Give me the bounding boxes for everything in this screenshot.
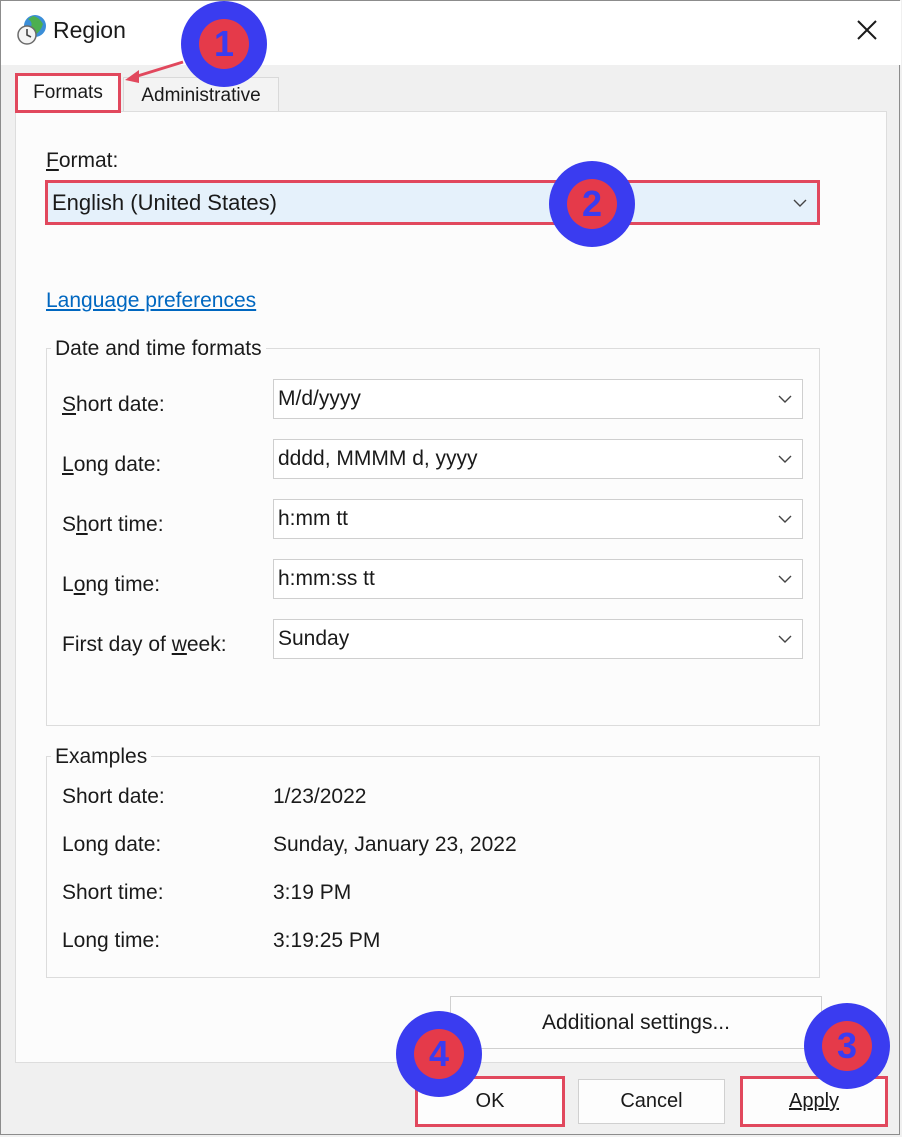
region-dialog: Region Formats Administrative Format: En… xyxy=(0,0,901,1135)
badge-number: 3 xyxy=(836,1025,858,1066)
close-icon xyxy=(857,20,877,40)
short-date-value: M/d/yyyy xyxy=(278,387,361,410)
date-time-formats-title: Date and time formats xyxy=(51,337,266,361)
annotation-badge-1: 1 xyxy=(181,1,267,87)
example-long-time-label: Long time: xyxy=(62,929,161,952)
examples-title: Examples xyxy=(51,745,152,769)
short-time-dropdown[interactable]: h:mm tt xyxy=(273,499,803,539)
example-short-date-value: 1/23/2022 xyxy=(273,785,367,808)
annotation-badge-3: 3 xyxy=(804,1003,890,1089)
badge-number: 4 xyxy=(428,1033,450,1074)
example-long-date-value: Sunday, January 23, 2022 xyxy=(273,833,517,856)
chevron-down-icon xyxy=(778,515,792,523)
long-time-value: h:mm:ss tt xyxy=(278,567,375,590)
example-long-date-label: Long date: xyxy=(62,833,162,856)
additional-settings-label: Additional settings... xyxy=(542,1010,730,1034)
short-time-value: h:mm tt xyxy=(278,507,349,530)
long-date-dropdown[interactable]: dddd, MMMM d, yyyy xyxy=(273,439,803,479)
badge-ring: 1 xyxy=(199,19,249,69)
first-day-label: First day of week: xyxy=(62,633,227,656)
badge-number: 1 xyxy=(213,23,235,64)
annotation-badge-2: 2 xyxy=(549,161,635,247)
badge-ring: 3 xyxy=(822,1021,872,1071)
chevron-down-icon xyxy=(778,455,792,463)
annotation-badge-4: 4 xyxy=(396,1011,482,1097)
chevron-down-icon xyxy=(778,575,792,583)
cancel-button[interactable]: Cancel xyxy=(578,1079,725,1124)
short-time-label: Short time: xyxy=(62,513,164,536)
chevron-down-icon xyxy=(793,199,807,207)
badge-ring: 4 xyxy=(414,1029,464,1079)
short-date-dropdown[interactable]: M/d/yyyy xyxy=(273,379,803,419)
short-date-label: Short date: xyxy=(62,393,165,416)
first-day-value: Sunday xyxy=(278,627,350,650)
chevron-down-icon xyxy=(778,395,792,403)
badge-number: 2 xyxy=(581,183,603,224)
apply-label: Apply xyxy=(788,1090,840,1112)
long-time-dropdown[interactable]: h:mm:ss tt xyxy=(273,559,803,599)
format-label-text: ormat: xyxy=(58,149,119,172)
long-date-label: Long date: xyxy=(62,453,162,476)
window-title: Region xyxy=(53,17,126,43)
first-day-dropdown[interactable]: Sunday xyxy=(273,619,803,659)
example-long-time-value: 3:19:25 PM xyxy=(273,929,381,952)
cancel-label: Cancel xyxy=(620,1090,683,1112)
example-short-time-label: Short time: xyxy=(62,881,164,904)
long-time-label: Long time: xyxy=(62,573,161,596)
example-short-time-value: 3:19 PM xyxy=(273,881,352,904)
annotation-arrow xyxy=(125,60,184,83)
example-short-date-label: Short date: xyxy=(62,785,165,808)
badge-ring: 2 xyxy=(567,179,617,229)
format-label: Format: xyxy=(46,149,119,172)
format-dropdown-value: English (United States) xyxy=(52,189,277,215)
format-dropdown[interactable]: English (United States) xyxy=(45,180,820,225)
tab-formats[interactable]: Formats xyxy=(15,73,121,113)
long-date-value: dddd, MMMM d, yyyy xyxy=(278,447,478,470)
globe-clock-icon xyxy=(17,15,46,45)
ok-label: OK xyxy=(475,1090,505,1112)
close-button[interactable] xyxy=(843,7,891,53)
language-preferences-link[interactable]: Language preferences xyxy=(46,289,256,313)
additional-settings-button[interactable]: Additional settings... xyxy=(450,996,822,1049)
chevron-down-icon xyxy=(778,635,792,643)
